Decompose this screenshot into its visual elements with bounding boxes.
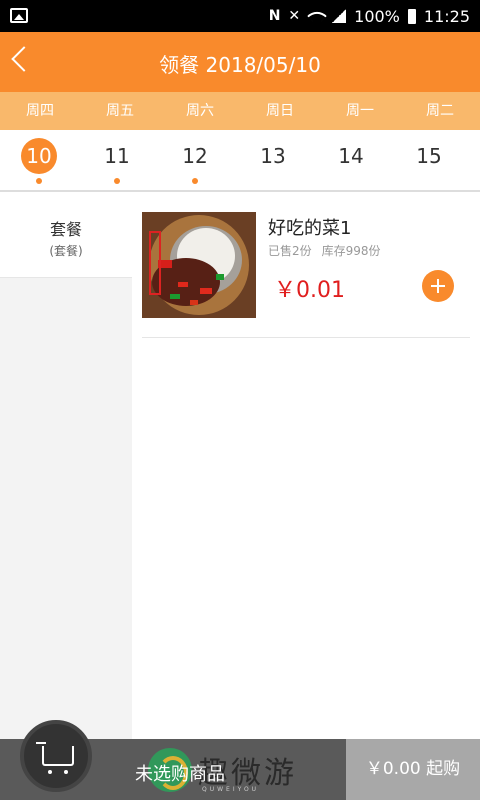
add-to-cart-button[interactable]	[422, 270, 454, 302]
availability-dot	[36, 178, 42, 184]
gallery-icon	[10, 8, 28, 23]
date-item[interactable]: 10	[0, 130, 78, 190]
weekday-label: 周四	[26, 103, 54, 119]
page-title: 领餐 2018/05/10	[159, 53, 321, 77]
date-number: 14	[338, 144, 364, 168]
battery-percent: 100%	[354, 6, 400, 26]
category-sidebar: 套餐 (套餐)	[0, 192, 132, 752]
top-header: 领餐 2018/05/10	[0, 32, 480, 92]
app-screen: N ✕ 100% 11:25 领餐 2018/05/10 周四 周五 周六 周日…	[0, 0, 480, 800]
date-item[interactable]: 14	[312, 130, 390, 190]
date-number: 15	[416, 144, 442, 168]
battery-icon	[407, 8, 416, 24]
weekday-label: 周日	[266, 103, 294, 119]
category-name: 套餐	[49, 220, 82, 239]
weekday-label: 周二	[426, 103, 454, 119]
category-item[interactable]: 套餐 (套餐)	[0, 192, 132, 278]
date-item[interactable]: 12	[156, 130, 234, 190]
availability-dot	[192, 178, 198, 184]
weekday-label: 周六	[186, 103, 214, 119]
weekday-row: 周四 周五 周六 周日 周一 周二	[0, 92, 480, 130]
date-item[interactable]: 11	[78, 130, 156, 190]
weekday-label: 周一	[346, 103, 374, 119]
status-bar: N ✕ 100% 11:25	[0, 0, 480, 32]
product-stats: 已售2份 库存998份	[268, 242, 381, 259]
availability-dot	[114, 178, 120, 184]
date-number: 13	[260, 144, 286, 168]
cart-icon	[36, 742, 74, 774]
signal-icon	[332, 9, 347, 23]
stock-count: 库存998份	[321, 244, 381, 258]
food-photo	[142, 212, 256, 318]
date-number: 12	[182, 144, 208, 168]
date-selector: 10 11 12 13 14 15	[0, 130, 480, 192]
weekday-label: 周五	[106, 103, 134, 119]
category-subtitle: (套餐)	[49, 244, 83, 258]
sold-count: 已售2份	[268, 244, 312, 258]
product-item[interactable]: 好吃的菜1 已售2份 库存998份 ￥0.01	[142, 210, 470, 338]
checkout-button[interactable]: ￥0.00 起购	[346, 739, 480, 800]
product-price: ￥0.01	[274, 278, 345, 303]
cart-status-text: 未选购商品	[135, 764, 225, 785]
status-indicators: N ✕ 100% 11:25	[269, 6, 470, 26]
product-name: 好吃的菜1	[268, 218, 352, 239]
cart-button[interactable]	[20, 720, 92, 792]
watermark-subtext: QUWEIYOU	[202, 786, 260, 793]
wifi-icon	[307, 6, 328, 26]
product-list: 好吃的菜1 已售2份 库存998份 ￥0.01	[132, 192, 480, 752]
date-item[interactable]: 15	[390, 130, 468, 190]
mute-icon: ✕	[288, 8, 301, 24]
date-item[interactable]: 13	[234, 130, 312, 190]
clock: 11:25	[423, 6, 470, 26]
nfc-icon: N	[268, 8, 281, 24]
date-number: 10	[21, 138, 57, 174]
date-number: 11	[104, 144, 130, 168]
